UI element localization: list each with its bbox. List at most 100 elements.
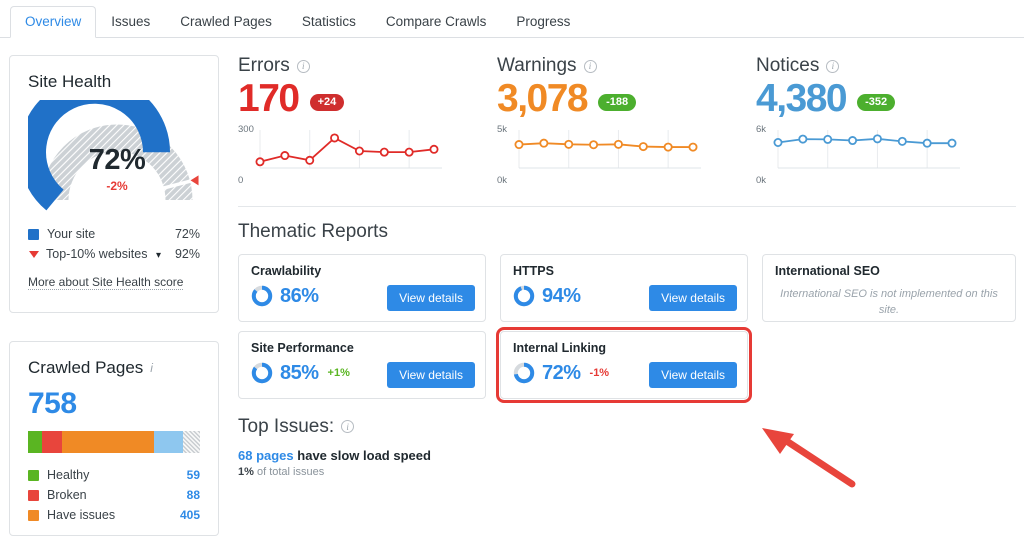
- top-issue-link[interactable]: 68 pages: [238, 448, 294, 463]
- info-icon[interactable]: i: [826, 60, 839, 73]
- tab-statistics[interactable]: Statistics: [287, 6, 371, 39]
- metric-value: 4,380: [756, 79, 846, 120]
- view-details-button[interactable]: View details: [649, 362, 737, 388]
- metric-title: Notices: [756, 55, 819, 77]
- crawled-legend-row: Have issues405: [28, 505, 200, 525]
- tab-issues[interactable]: Issues: [96, 6, 165, 39]
- triangle-marker-icon: [29, 251, 39, 258]
- your-site-value: 72%: [175, 227, 200, 241]
- data-point: [665, 143, 672, 150]
- legend-row-your-site: Your site 72%: [28, 224, 200, 244]
- legend-row-top10[interactable]: Top-10% websites ▾ 92%: [28, 244, 200, 264]
- info-icon[interactable]: i: [150, 361, 153, 375]
- data-point: [899, 138, 906, 145]
- metric-value-row: 170 +24: [238, 79, 497, 120]
- metric-sparkline: 300 0: [238, 126, 483, 188]
- legend-count[interactable]: 405: [180, 508, 200, 522]
- chevron-down-icon[interactable]: ▾: [156, 250, 161, 261]
- tab-crawled-pages[interactable]: Crawled Pages: [165, 6, 287, 39]
- progress-ring-icon: [513, 285, 535, 307]
- metric-title: Warnings: [497, 55, 577, 77]
- site-health-percent: 72%: [28, 144, 206, 177]
- thematic-delta: -1%: [590, 367, 610, 379]
- thematic-card-title: Site Performance: [251, 341, 473, 355]
- top10-value: 92%: [175, 247, 200, 261]
- metric-card-notices: Notices i 4,380 -352 6k 0k: [756, 55, 1015, 188]
- tab-progress[interactable]: Progress: [501, 6, 585, 39]
- data-point: [540, 140, 547, 147]
- metric-title: Errors: [238, 55, 290, 77]
- sidebar: Site Health 72% -2%: [9, 55, 219, 536]
- tab-compare-crawls[interactable]: Compare Crawls: [371, 6, 502, 39]
- bar-segment-blocked[interactable]: [183, 431, 200, 453]
- empty-state-text: International SEO is not implemented on …: [775, 287, 1003, 319]
- crawled-pages-stacked-bar: [28, 431, 200, 453]
- site-health-legend: Your site 72% Top-10% websites ▾ 92% Mor…: [28, 224, 200, 291]
- data-point: [565, 141, 572, 148]
- sparkline-svg: [756, 126, 966, 182]
- thematic-percent: 86%: [280, 285, 319, 308]
- thematic-card-title: International SEO: [775, 264, 1003, 278]
- thematic-card-internal-linking[interactable]: Internal Linking 72% -1% View details: [500, 331, 748, 399]
- tab-bar: OverviewIssuesCrawled PagesStatisticsCom…: [0, 0, 1024, 38]
- top-issues-title: Top Issues: i: [238, 416, 1016, 438]
- more-about-site-health-link[interactable]: More about Site Health score: [28, 275, 183, 290]
- crawled-pages-legend: Healthy59Broken88Have issues405: [28, 465, 200, 525]
- thematic-card-international-seo[interactable]: International SEO International SEO is no…: [762, 254, 1016, 322]
- thematic-delta: +1%: [328, 367, 350, 379]
- site-health-delta: -2%: [28, 179, 206, 193]
- data-point: [689, 143, 696, 150]
- crawled-legend-row: Healthy59: [28, 465, 200, 485]
- section-divider: [238, 206, 1016, 207]
- metric-delta-badge: +24: [310, 94, 345, 111]
- bar-segment-broken[interactable]: [42, 431, 63, 453]
- metric-value-row: 3,078 -188: [497, 79, 756, 120]
- metric-header: Errors i: [238, 55, 497, 77]
- main-content: Errors i 170 +24 300 0 Warnings: [238, 55, 1016, 478]
- sparkline-svg: [238, 126, 448, 182]
- data-point: [515, 141, 522, 148]
- view-details-button[interactable]: View details: [649, 285, 737, 311]
- data-point: [281, 152, 288, 159]
- thematic-card-https[interactable]: HTTPS 94% View details: [500, 254, 748, 322]
- info-icon[interactable]: i: [341, 420, 354, 433]
- metric-sparkline: 5k 0k: [497, 126, 742, 188]
- thematic-percent: 94%: [542, 285, 581, 308]
- view-details-button[interactable]: View details: [387, 362, 475, 388]
- legend-swatch: [28, 510, 39, 521]
- data-point: [799, 135, 806, 142]
- bar-segment-have-issues[interactable]: [62, 431, 153, 453]
- data-point: [774, 139, 781, 146]
- site-health-gauge: 72% -2%: [28, 100, 206, 218]
- legend-count[interactable]: 88: [187, 488, 200, 502]
- legend-label: Have issues: [47, 508, 180, 522]
- tab-overview[interactable]: Overview: [10, 6, 96, 39]
- bar-segment-redirects[interactable]: [154, 431, 183, 453]
- legend-count[interactable]: 59: [187, 468, 200, 482]
- metric-delta-badge: -352: [857, 94, 895, 111]
- thematic-card-site-performance[interactable]: Site Performance 85% +1% View details: [238, 331, 486, 399]
- axis-label-top: 5k: [497, 124, 507, 135]
- progress-ring-icon: [251, 285, 273, 307]
- top-issues-label: Top Issues:: [238, 416, 334, 438]
- site-health-card: Site Health 72% -2%: [9, 55, 219, 313]
- bar-segment-healthy[interactable]: [28, 431, 42, 453]
- view-details-button[interactable]: View details: [387, 285, 475, 311]
- data-point: [874, 135, 881, 142]
- data-point: [430, 146, 437, 153]
- metric-header: Notices i: [756, 55, 1015, 77]
- your-site-label: Your site: [47, 227, 175, 241]
- semrush-site-audit-overview: OverviewIssuesCrawled PagesStatisticsCom…: [0, 0, 1024, 547]
- data-point: [924, 140, 931, 147]
- axis-label-bottom: 0k: [756, 175, 766, 186]
- metric-delta-badge: -188: [598, 94, 636, 111]
- data-point: [849, 137, 856, 144]
- info-icon[interactable]: i: [584, 60, 597, 73]
- thematic-card-crawlability[interactable]: Crawlability 86% View details: [238, 254, 486, 322]
- metric-card-warnings: Warnings i 3,078 -188 5k 0k: [497, 55, 756, 188]
- info-icon[interactable]: i: [297, 60, 310, 73]
- data-point: [381, 148, 388, 155]
- data-point: [640, 143, 647, 150]
- gauge-center: 72% -2%: [28, 144, 206, 193]
- data-point: [824, 136, 831, 143]
